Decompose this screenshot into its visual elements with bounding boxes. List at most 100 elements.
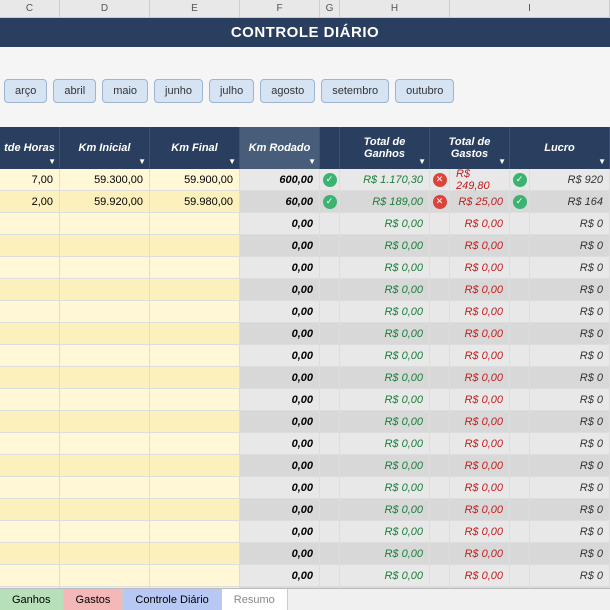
cell-ganhos[interactable]: R$ 0,00 — [340, 521, 430, 543]
cell-horas[interactable] — [0, 367, 60, 389]
cell-km-rodado[interactable]: 0,00 — [240, 279, 320, 301]
cell-km-inicial[interactable]: 59.300,00 — [60, 169, 150, 191]
cell-km-inicial[interactable]: 59.920,00 — [60, 191, 150, 213]
cell-km-inicial[interactable] — [60, 565, 150, 587]
cell-lucro[interactable]: R$ 0 — [530, 279, 610, 301]
cell-ganhos[interactable]: R$ 0,00 — [340, 433, 430, 455]
cell-horas[interactable] — [0, 235, 60, 257]
month-button[interactable]: julho — [209, 79, 254, 103]
cell-km-rodado[interactable]: 0,00 — [240, 213, 320, 235]
cell-ganhos[interactable]: R$ 0,00 — [340, 323, 430, 345]
header-km-inicial[interactable]: Km Inicial▼ — [60, 127, 150, 169]
col-letter[interactable]: D — [60, 0, 150, 17]
filter-dropdown-icon[interactable]: ▼ — [138, 157, 146, 166]
cell-km-rodado[interactable]: 0,00 — [240, 543, 320, 565]
cell-km-rodado[interactable]: 0,00 — [240, 521, 320, 543]
cell-gastos[interactable]: R$ 249,80 — [450, 169, 510, 191]
cell-ganhos[interactable]: R$ 0,00 — [340, 389, 430, 411]
cell-km-rodado[interactable]: 0,00 — [240, 433, 320, 455]
cell-km-inicial[interactable] — [60, 367, 150, 389]
cell-horas[interactable] — [0, 565, 60, 587]
cell-km-final[interactable] — [150, 455, 240, 477]
cell-lucro[interactable]: R$ 0 — [530, 257, 610, 279]
cell-ganhos[interactable]: R$ 0,00 — [340, 213, 430, 235]
cell-lucro[interactable]: R$ 0 — [530, 433, 610, 455]
filter-dropdown-icon[interactable]: ▼ — [228, 157, 236, 166]
month-button[interactable]: outubro — [395, 79, 454, 103]
cell-ganhos[interactable]: R$ 0,00 — [340, 477, 430, 499]
cell-km-inicial[interactable] — [60, 499, 150, 521]
cell-km-final[interactable] — [150, 235, 240, 257]
cell-lucro[interactable]: R$ 0 — [530, 345, 610, 367]
cell-horas[interactable]: 7,00 — [0, 169, 60, 191]
cell-km-rodado[interactable]: 0,00 — [240, 455, 320, 477]
cell-km-inicial[interactable] — [60, 411, 150, 433]
cell-km-inicial[interactable] — [60, 389, 150, 411]
cell-horas[interactable] — [0, 279, 60, 301]
cell-gastos[interactable]: R$ 0,00 — [450, 455, 510, 477]
cell-km-inicial[interactable] — [60, 257, 150, 279]
cell-lucro[interactable]: R$ 0 — [530, 521, 610, 543]
cell-km-final[interactable] — [150, 301, 240, 323]
header-km-final[interactable]: Km Final▼ — [150, 127, 240, 169]
cell-horas[interactable]: 2,00 — [0, 191, 60, 213]
cell-km-final[interactable] — [150, 257, 240, 279]
filter-dropdown-icon[interactable]: ▼ — [498, 157, 506, 166]
cell-km-inicial[interactable] — [60, 477, 150, 499]
cell-ganhos[interactable]: R$ 0,00 — [340, 345, 430, 367]
cell-gastos[interactable]: R$ 0,00 — [450, 499, 510, 521]
cell-km-inicial[interactable] — [60, 345, 150, 367]
cell-gastos[interactable]: R$ 0,00 — [450, 213, 510, 235]
cell-gastos[interactable]: R$ 0,00 — [450, 389, 510, 411]
filter-dropdown-icon[interactable]: ▼ — [598, 157, 606, 166]
cell-ganhos[interactable]: R$ 0,00 — [340, 543, 430, 565]
cell-km-inicial[interactable] — [60, 213, 150, 235]
cell-lucro[interactable]: R$ 0 — [530, 565, 610, 587]
cell-lucro[interactable]: R$ 0 — [530, 235, 610, 257]
cell-gastos[interactable]: R$ 0,00 — [450, 345, 510, 367]
cell-km-inicial[interactable] — [60, 521, 150, 543]
cell-gastos[interactable]: R$ 0,00 — [450, 543, 510, 565]
tab-controle-diario[interactable]: Controle Diário — [123, 589, 221, 610]
col-letter[interactable]: C — [0, 0, 60, 17]
cell-km-rodado[interactable]: 0,00 — [240, 257, 320, 279]
cell-gastos[interactable]: R$ 0,00 — [450, 279, 510, 301]
cell-lucro[interactable]: R$ 164 — [530, 191, 610, 213]
col-letter[interactable]: H — [340, 0, 450, 17]
cell-km-inicial[interactable] — [60, 433, 150, 455]
cell-gastos[interactable]: R$ 0,00 — [450, 565, 510, 587]
header-lucro[interactable]: Lucro▼ — [510, 127, 610, 169]
month-button[interactable]: setembro — [321, 79, 389, 103]
cell-horas[interactable] — [0, 499, 60, 521]
filter-dropdown-icon[interactable]: ▼ — [418, 157, 426, 166]
cell-horas[interactable] — [0, 257, 60, 279]
tab-gastos[interactable]: Gastos — [64, 589, 124, 610]
cell-lucro[interactable]: R$ 0 — [530, 455, 610, 477]
cell-km-final[interactable] — [150, 345, 240, 367]
cell-km-rodado[interactable]: 60,00 — [240, 191, 320, 213]
month-button[interactable]: maio — [102, 79, 148, 103]
cell-km-final[interactable] — [150, 565, 240, 587]
cell-lucro[interactable]: R$ 0 — [530, 499, 610, 521]
cell-horas[interactable] — [0, 345, 60, 367]
cell-km-final[interactable]: 59.900,00 — [150, 169, 240, 191]
cell-km-inicial[interactable] — [60, 543, 150, 565]
cell-horas[interactable] — [0, 521, 60, 543]
tab-resumo[interactable]: Resumo — [222, 589, 288, 610]
cell-km-inicial[interactable] — [60, 279, 150, 301]
cell-km-rodado[interactable]: 0,00 — [240, 323, 320, 345]
cell-km-final[interactable] — [150, 433, 240, 455]
cell-horas[interactable] — [0, 543, 60, 565]
cell-ganhos[interactable]: R$ 0,00 — [340, 499, 430, 521]
month-button[interactable]: junho — [154, 79, 203, 103]
cell-km-inicial[interactable] — [60, 301, 150, 323]
cell-lucro[interactable]: R$ 0 — [530, 389, 610, 411]
month-button[interactable]: abril — [53, 79, 96, 103]
cell-lucro[interactable]: R$ 0 — [530, 323, 610, 345]
cell-km-rodado[interactable]: 0,00 — [240, 411, 320, 433]
cell-lucro[interactable]: R$ 0 — [530, 213, 610, 235]
header-qtde-horas[interactable]: tde Horas▼ — [0, 127, 60, 169]
cell-gastos[interactable]: R$ 0,00 — [450, 521, 510, 543]
cell-gastos[interactable]: R$ 0,00 — [450, 323, 510, 345]
cell-km-rodado[interactable]: 600,00 — [240, 169, 320, 191]
